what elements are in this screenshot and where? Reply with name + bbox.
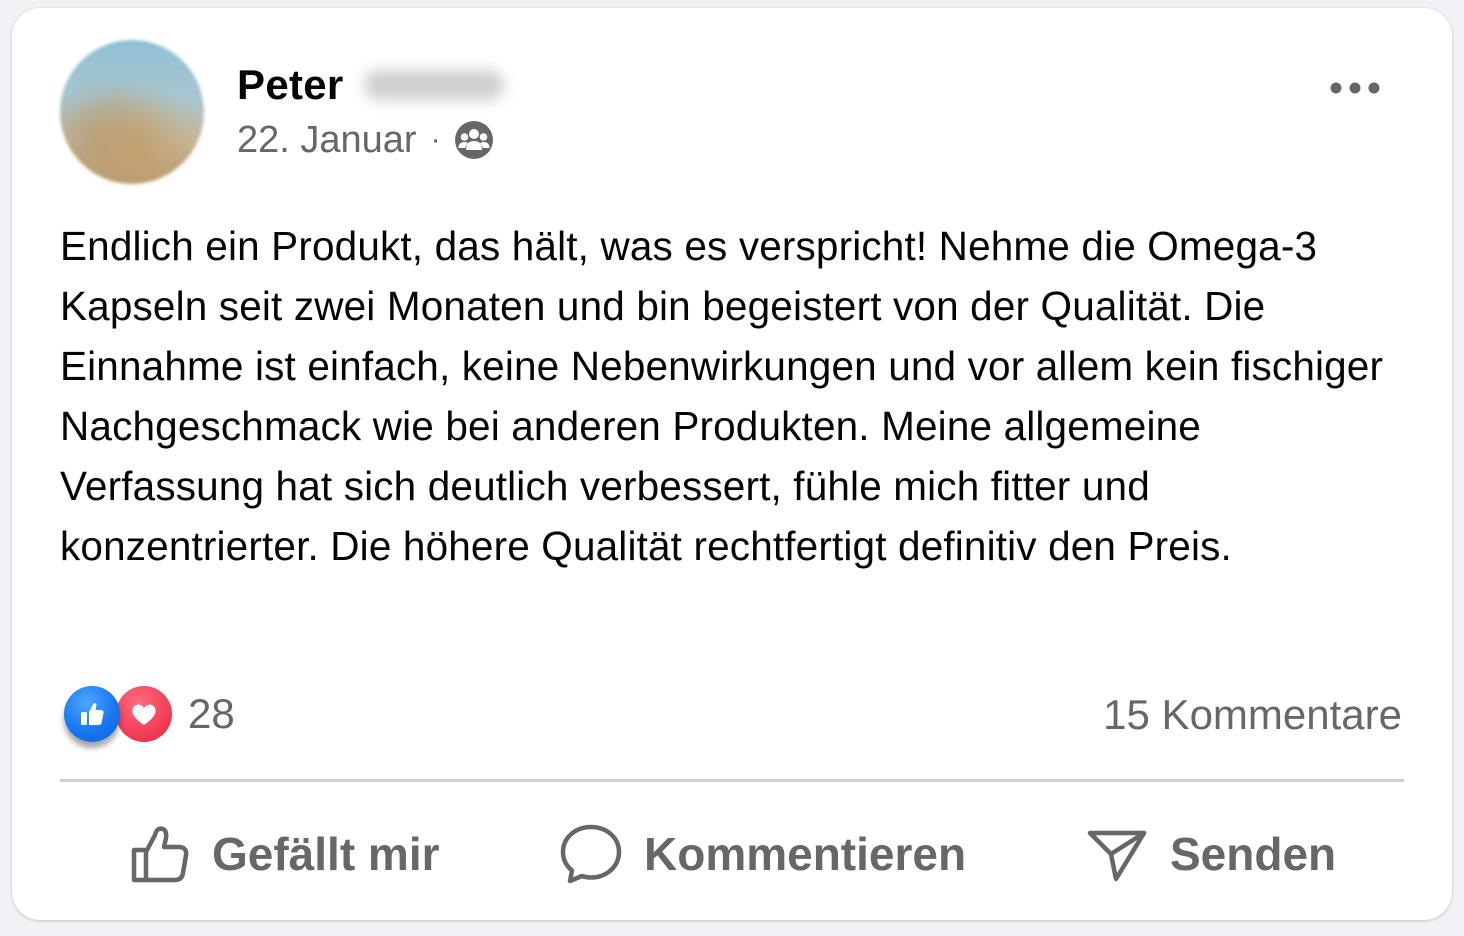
- more-options-icon: [1330, 82, 1380, 94]
- comment-button-label: Kommentieren: [644, 828, 967, 880]
- reaction-icons: [62, 684, 174, 744]
- comment-button[interactable]: Kommentieren: [558, 808, 966, 900]
- comments-count-link[interactable]: 15 Kommentare: [1103, 688, 1402, 742]
- love-reaction-icon: [116, 686, 172, 742]
- action-bar: Gefällt mir Kommentieren Senden: [60, 808, 1404, 900]
- author-name[interactable]: Peter: [237, 61, 344, 109]
- like-button[interactable]: Gefällt mir: [128, 808, 440, 900]
- divider: [60, 779, 1404, 782]
- author-name-row[interactable]: Peter: [237, 60, 504, 110]
- thumbs-up-icon: [131, 826, 189, 883]
- reaction-count: 28: [188, 690, 235, 737]
- friends-audience-icon[interactable]: [453, 119, 495, 161]
- like-reaction-icon: [64, 686, 120, 742]
- send-button-label: Senden: [1170, 828, 1337, 880]
- send-button[interactable]: Senden: [1084, 808, 1336, 900]
- send-icon: [1087, 830, 1147, 882]
- post-text: Endlich ein Produkt, das hält, was es ve…: [60, 223, 1384, 569]
- meta-separator: ·: [430, 123, 441, 156]
- more-options-button[interactable]: [1324, 68, 1386, 108]
- comment-bubble-icon: [560, 824, 622, 884]
- post-meta: 22. Januar ·: [237, 118, 495, 162]
- avatar[interactable]: [60, 40, 204, 184]
- post-date[interactable]: 22. Januar: [237, 119, 417, 162]
- reactions-summary[interactable]: 28: [62, 684, 235, 744]
- redacted-surname: [363, 70, 504, 100]
- like-button-label: Gefällt mir: [212, 828, 440, 880]
- post-card: Peter 22. Januar · Endlich ein Produkt, …: [12, 8, 1452, 920]
